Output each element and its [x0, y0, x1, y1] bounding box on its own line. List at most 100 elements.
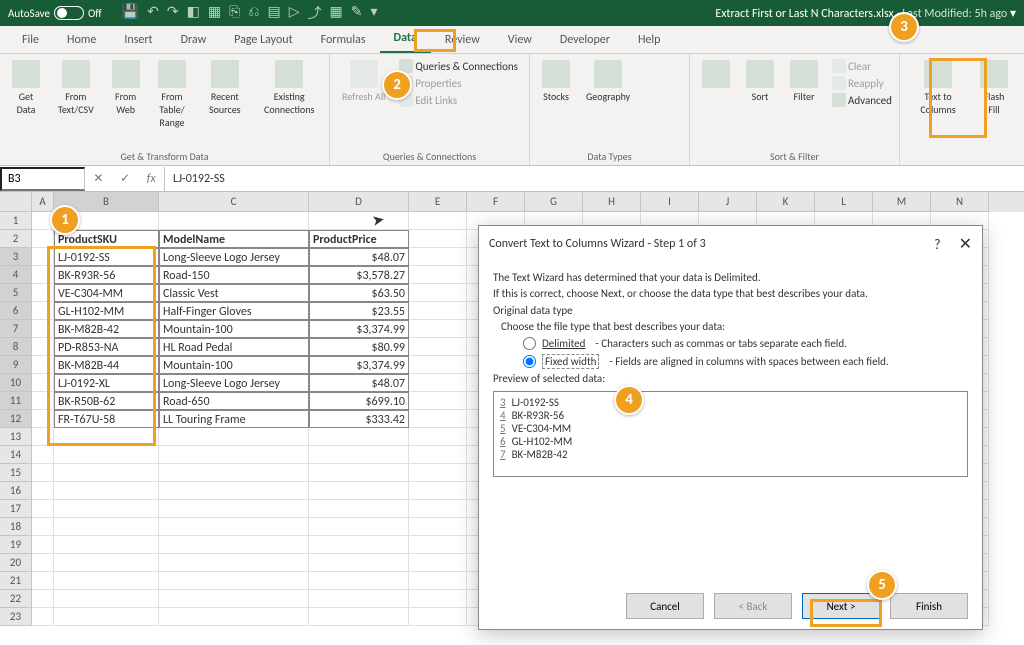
cancel-icon[interactable]: ✕ [93, 171, 103, 186]
enter-icon[interactable]: ✓ [120, 171, 130, 186]
cell-E14[interactable] [409, 446, 467, 464]
cell-A23[interactable] [32, 608, 54, 626]
cell-C23[interactable] [159, 608, 309, 626]
tab-review[interactable]: Review [431, 27, 494, 53]
cell-B22[interactable] [54, 590, 159, 608]
cell-B20[interactable] [54, 554, 159, 572]
row-header-5[interactable]: 5 [0, 284, 32, 302]
col-header-J[interactable]: J [699, 192, 757, 212]
cell-C14[interactable] [159, 446, 309, 464]
sort-button[interactable]: Sort [740, 58, 780, 165]
tab-home[interactable]: Home [53, 27, 110, 53]
row-header-19[interactable]: 19 [0, 536, 32, 554]
cell-D18[interactable] [309, 518, 409, 536]
cell-C21[interactable] [159, 572, 309, 590]
cell-E20[interactable] [409, 554, 467, 572]
existing-connections-button[interactable]: Existing Connections [255, 58, 323, 165]
cell-E12[interactable] [409, 410, 467, 428]
col-header-K[interactable]: K [757, 192, 815, 212]
tab-formulas[interactable]: Formulas [307, 27, 380, 53]
cell-B6[interactable]: GL-H102-MM [54, 302, 159, 320]
cell-D23[interactable] [309, 608, 409, 626]
recent-sources-button[interactable]: Recent Sources [198, 58, 251, 165]
cell-C16[interactable] [159, 482, 309, 500]
cell-A15[interactable] [32, 464, 54, 482]
cell-B9[interactable]: BK-M82B-44 [54, 356, 159, 374]
qat-icon[interactable]: ⎌ [248, 3, 259, 23]
cell-A2[interactable] [32, 230, 54, 248]
cell-B15[interactable] [54, 464, 159, 482]
queries---connections-button[interactable]: Queries & Connections [395, 58, 522, 74]
cell-B11[interactable]: BK-R50B-62 [54, 392, 159, 410]
tab-insert[interactable]: Insert [110, 27, 166, 53]
cell-D22[interactable] [309, 590, 409, 608]
row-header-20[interactable]: 20 [0, 554, 32, 572]
cell-E4[interactable] [409, 266, 467, 284]
cell-D21[interactable] [309, 572, 409, 590]
save-icon[interactable]: 💾 [122, 3, 139, 23]
col-header-F[interactable]: F [467, 192, 525, 212]
cell-C17[interactable] [159, 500, 309, 518]
cell-A3[interactable] [32, 248, 54, 266]
cell-B13[interactable] [54, 428, 159, 446]
cell-A11[interactable] [32, 392, 54, 410]
cell-C4[interactable]: Road-150 [159, 266, 309, 284]
cell-C5[interactable]: Classic Vest [159, 284, 309, 302]
get-data-button[interactable]: Get Data [6, 58, 46, 165]
cell-E7[interactable] [409, 320, 467, 338]
fx-icon[interactable]: fx [147, 172, 156, 186]
cell-B12[interactable]: FR-T67U-58 [54, 410, 159, 428]
col-header-G[interactable]: G [525, 192, 583, 212]
cell-C10[interactable]: Long-Sleeve Logo Jersey [159, 374, 309, 392]
row-header-1[interactable]: 1 [0, 212, 32, 230]
row-header-4[interactable]: 4 [0, 266, 32, 284]
cell-E6[interactable] [409, 302, 467, 320]
cell-B10[interactable]: LJ-0192-XL [54, 374, 159, 392]
cell-E11[interactable] [409, 392, 467, 410]
cell-C22[interactable] [159, 590, 309, 608]
qat-icon[interactable]: ▾ [370, 3, 377, 23]
preview-box[interactable]: 3LJ-0192-SS4BK-R93R-565VE-C304-MM6GL-H10… [493, 391, 968, 477]
cell-B14[interactable] [54, 446, 159, 464]
qat-icon[interactable]: ⎘ [229, 3, 240, 23]
cell-A8[interactable] [32, 338, 54, 356]
cell-E5[interactable] [409, 284, 467, 302]
row-header-10[interactable]: 10 [0, 374, 32, 392]
cell-E16[interactable] [409, 482, 467, 500]
qat-icon[interactable]: ✎ [351, 3, 363, 23]
cell-C19[interactable] [159, 536, 309, 554]
row-header-8[interactable]: 8 [0, 338, 32, 356]
col-header-L[interactable]: L [815, 192, 873, 212]
cell-A21[interactable] [32, 572, 54, 590]
row-header-2[interactable]: 2 [0, 230, 32, 248]
cell-C9[interactable]: Mountain-100 [159, 356, 309, 374]
toggle-off-icon[interactable] [54, 6, 84, 20]
cell-E2[interactable] [409, 230, 467, 248]
row-header-9[interactable]: 9 [0, 356, 32, 374]
row-header-7[interactable]: 7 [0, 320, 32, 338]
autosave-toggle[interactable]: AutoSave Off [8, 6, 102, 20]
qat-icon[interactable]: ▤ [267, 3, 280, 23]
cell-E10[interactable] [409, 374, 467, 392]
stocks-button[interactable]: Stocks [536, 58, 576, 165]
tab-page-layout[interactable]: Page Layout [220, 27, 306, 53]
cell-B21[interactable] [54, 572, 159, 590]
cell-E8[interactable] [409, 338, 467, 356]
row-header-21[interactable]: 21 [0, 572, 32, 590]
cell-D3[interactable]: $48.07 [309, 248, 409, 266]
cell-C3[interactable]: Long-Sleeve Logo Jersey [159, 248, 309, 266]
row-header-16[interactable]: 16 [0, 482, 32, 500]
fixed-width-radio[interactable]: Fixed width - Fields are aligned in colu… [523, 354, 968, 369]
tab-data[interactable]: Data [380, 25, 431, 53]
cell-E22[interactable] [409, 590, 467, 608]
cell-E15[interactable] [409, 464, 467, 482]
row-header-11[interactable]: 11 [0, 392, 32, 410]
qat-icon[interactable]: ◧ [187, 3, 200, 23]
col-header-D[interactable]: D [309, 192, 409, 212]
finish-button[interactable]: Finish [890, 593, 968, 619]
tab-draw[interactable]: Draw [167, 27, 221, 53]
cell-B7[interactable]: BK-M82B-42 [54, 320, 159, 338]
cell-D20[interactable] [309, 554, 409, 572]
cell-E21[interactable] [409, 572, 467, 590]
cell-C1[interactable] [159, 212, 309, 230]
